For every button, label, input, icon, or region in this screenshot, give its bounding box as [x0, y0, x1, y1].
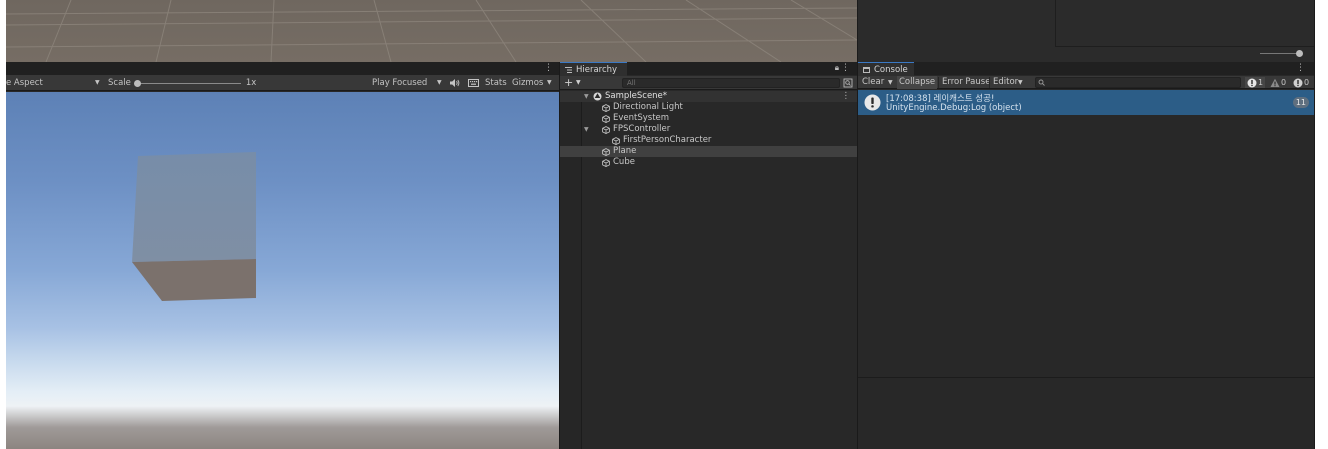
game-viewport[interactable] — [6, 92, 559, 449]
scale-value: 1x — [245, 78, 257, 88]
inspector-separator — [1055, 46, 1314, 47]
hierarchy-tabbar: Hierarchy 🔒︎ ⋮ — [560, 62, 857, 76]
inspector-area — [857, 0, 1314, 62]
scale-slider-group[interactable]: Scale 1x — [108, 75, 256, 91]
search-icon — [1038, 79, 1045, 86]
scene-name: SampleScene* — [605, 91, 668, 101]
scale-slider-track[interactable] — [133, 79, 241, 87]
hierarchy-search-input[interactable] — [622, 78, 840, 88]
scene-grid — [6, 0, 857, 62]
error-count: 0 — [1304, 78, 1310, 87]
console-window-icon — [863, 66, 870, 73]
clear-button[interactable]: Clear — [860, 76, 886, 89]
zoom-slider-thumb[interactable] — [1296, 50, 1303, 57]
cube-render — [132, 152, 256, 301]
gameobject-cube-icon — [602, 126, 610, 134]
scene-fold-arrow-icon[interactable]: ▼ — [584, 91, 589, 102]
hierarchy-item-label: Plane — [613, 146, 637, 156]
game-panel-menu-icon[interactable]: ⋮ — [544, 62, 553, 75]
log-collapse-count: 11 — [1292, 97, 1309, 108]
hierarchy-item[interactable]: Directional Light — [560, 102, 857, 113]
play-mode-label: Play Focused — [372, 78, 428, 88]
tab-hierarchy[interactable]: Hierarchy — [560, 62, 627, 76]
warning-icon — [1270, 78, 1280, 87]
error-icon — [1293, 78, 1303, 87]
info-icon — [864, 94, 881, 111]
game-toolbar: e Aspect ▼ Scale 1x Play Focused ▼ Stats… — [6, 75, 559, 91]
stats-keyboard-icon[interactable] — [468, 79, 479, 87]
gameobject-cube-icon — [612, 137, 620, 145]
game-panel: ⋮ e Aspect ▼ Scale 1x Play Focused ▼ Sta… — [6, 62, 559, 449]
console-menu-icon[interactable]: ⋮ — [1296, 62, 1305, 75]
inspector-divider — [1055, 0, 1056, 47]
search-mode-icon[interactable] — [843, 78, 853, 88]
log-stacktrace: UnityEngine.Debug:Log (object) — [886, 103, 1022, 113]
console-panel: Console ⋮ Clear ▼ Collapse Error Pause E… — [857, 62, 1315, 449]
console-detail-splitter[interactable] — [858, 377, 1314, 378]
play-mode-dropdown-arrow-icon[interactable]: ▼ — [437, 75, 442, 91]
editor-dropdown-arrow-icon[interactable]: ▼ — [1016, 76, 1025, 89]
hierarchy-toolbar: + ▼ — [560, 76, 857, 90]
info-count: 1 — [1258, 78, 1264, 87]
gizmos-button[interactable]: Gizmos — [512, 75, 543, 91]
hierarchy-item[interactable]: Plane — [560, 146, 857, 157]
hierarchy-item[interactable]: EventSystem — [560, 113, 857, 124]
lock-icon[interactable]: 🔒︎ — [835, 63, 839, 73]
clear-options-arrow-icon[interactable]: ▼ — [886, 76, 895, 89]
window-right-border — [1314, 0, 1315, 449]
gameobject-cube-icon — [602, 148, 610, 156]
aspect-dropdown-arrow-icon[interactable]: ▼ — [95, 75, 100, 91]
scale-label: Scale — [108, 78, 131, 88]
console-tab-label: Console — [874, 64, 908, 75]
info-icon — [1247, 78, 1257, 87]
info-filter-toggle[interactable]: 1 — [1245, 77, 1266, 88]
hierarchy-item-label: Directional Light — [613, 102, 683, 112]
scene-row[interactable]: ▼ SampleScene* ⋮ — [560, 91, 857, 102]
hierarchy-item[interactable]: Cube — [560, 157, 857, 168]
game-tabbar: ⋮ — [6, 62, 559, 75]
hierarchy-panel: Hierarchy 🔒︎ ⋮ + ▼ ▼ SampleScene* ⋮ Dire… — [559, 62, 857, 449]
tab-console[interactable]: Console — [858, 62, 914, 76]
hierarchy-tab-label: Hierarchy — [576, 64, 618, 75]
warning-filter-toggle[interactable]: 0 — [1268, 77, 1288, 88]
console-search-input[interactable] — [1035, 77, 1241, 88]
unity-scene-icon — [593, 92, 602, 101]
hierarchy-item-label: FirstPersonCharacter — [623, 135, 712, 145]
window-right-edge — [1314, 0, 1328, 449]
gizmos-dropdown-arrow-icon[interactable]: ▼ — [547, 75, 552, 91]
scene-menu-icon[interactable]: ⋮ — [842, 91, 851, 102]
hierarchy-tree: ▼ SampleScene* ⋮ Directional Light EventS… — [560, 91, 857, 168]
zoom-slider-track[interactable] — [1260, 53, 1300, 54]
console-tabbar: Console ⋮ — [858, 62, 1314, 76]
console-log-entry[interactable]: [17:08:38] 레이캐스트 성공! UnityEngine.Debug:L… — [858, 90, 1315, 115]
hierarchy-item-label: EventSystem — [613, 113, 670, 123]
play-mode-dropdown[interactable]: Play Focused — [372, 75, 427, 91]
hierarchy-item[interactable]: ▼ FPSController — [560, 124, 857, 135]
add-object-arrow-icon[interactable]: ▼ — [576, 76, 581, 90]
toolbar-separator — [989, 77, 990, 88]
hierarchy-list-icon — [565, 66, 572, 73]
stats-button[interactable]: Stats — [485, 75, 507, 91]
aspect-dropdown[interactable]: e Aspect — [6, 75, 43, 91]
hierarchy-item[interactable]: FirstPersonCharacter — [560, 135, 857, 146]
gameobject-cube-icon — [602, 115, 610, 123]
error-filter-toggle[interactable]: 0 — [1291, 77, 1311, 88]
fold-arrow-icon[interactable]: ▼ — [584, 124, 589, 135]
scene-view[interactable] — [6, 0, 857, 62]
console-toolbar: Clear ▼ Collapse Error Pause Editor ▼ 1 — [858, 76, 1314, 89]
aspect-label: e Aspect — [6, 78, 43, 88]
error-pause-button[interactable]: Error Pause — [940, 76, 992, 89]
hierarchy-menu-icon[interactable]: ⋮ — [841, 62, 850, 75]
collapse-button[interactable]: Collapse — [897, 76, 938, 89]
gameobject-cube-icon — [602, 159, 610, 167]
hierarchy-item-label: FPSController — [613, 124, 671, 134]
hierarchy-item-label: Cube — [613, 157, 635, 167]
mute-audio-icon[interactable] — [449, 78, 460, 88]
scale-slider-thumb[interactable] — [133, 79, 141, 87]
toolbar-separator — [938, 77, 939, 88]
warning-count: 0 — [1281, 78, 1287, 87]
gameobject-cube-icon — [602, 104, 610, 112]
add-object-button[interactable]: + — [564, 76, 573, 89]
